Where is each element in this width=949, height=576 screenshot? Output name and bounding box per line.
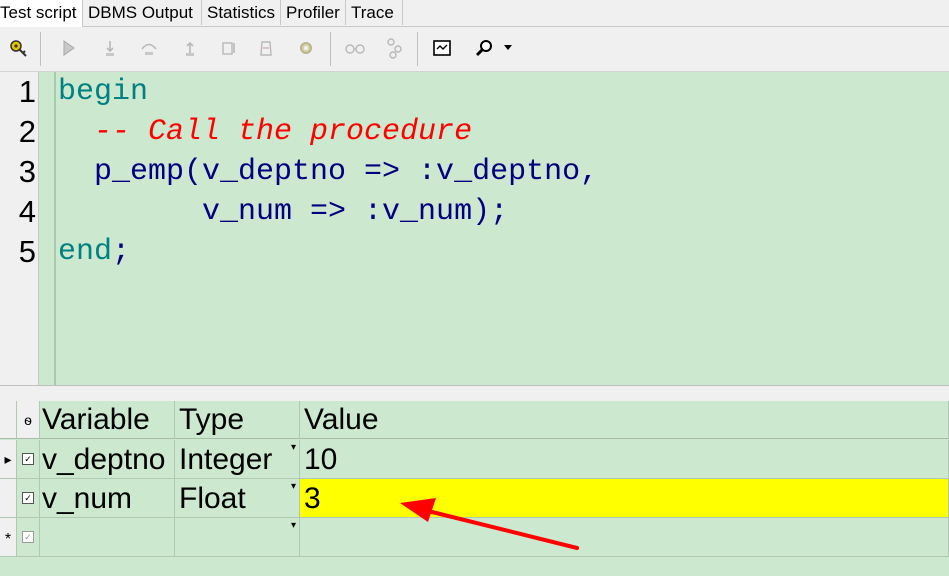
run-to-exception-icon[interactable] <box>218 37 240 59</box>
stop-icon[interactable] <box>255 37 277 59</box>
settings-icon[interactable] <box>295 37 317 59</box>
tab-statistics[interactable]: Statistics <box>203 0 281 25</box>
type-value: Integer <box>179 443 273 476</box>
line-number: 1 <box>18 74 36 109</box>
cell-type[interactable]: Float ▾ <box>175 479 300 518</box>
debug-toolbar <box>0 27 949 72</box>
checkbox-mark: ✓ <box>22 531 34 543</box>
chevron-down-icon[interactable]: ▾ <box>291 521 296 531</box>
fold-margin <box>54 72 56 385</box>
cell-variable[interactable]: v_num <box>40 479 175 518</box>
line-number: 4 <box>18 194 36 229</box>
grid-check-header: ѳ <box>17 401 40 439</box>
key-icon[interactable] <box>8 37 30 59</box>
column-header-type[interactable]: Type <box>175 401 300 439</box>
checkbox-mark: ✓ <box>22 492 34 504</box>
step-into-icon[interactable] <box>99 37 121 59</box>
checkbox-mark: ✓ <box>22 453 34 465</box>
row-indicator[interactable] <box>0 479 17 518</box>
tab-test-script[interactable]: Test script <box>0 0 83 27</box>
code-editor[interactable]: 1 2 3 4 5 begin -- Call the procedure p_… <box>0 72 949 385</box>
find-icon[interactable] <box>474 37 496 59</box>
line-number: 3 <box>18 154 36 189</box>
column-header-variable[interactable]: Variable <box>40 401 175 439</box>
new-row-indicator[interactable]: * <box>0 518 17 557</box>
code-token: -- Call the procedure <box>58 115 473 149</box>
line-number-gutter: 1 2 3 4 5 <box>0 72 39 385</box>
cell-variable[interactable] <box>40 518 175 557</box>
cell-type[interactable]: Integer ▾ <box>175 440 300 479</box>
pane-splitter[interactable] <box>0 385 949 402</box>
output-window-icon[interactable] <box>431 37 453 59</box>
code-line[interactable]: v_num => :v_num); <box>58 192 508 232</box>
cell-value-editing[interactable]: 3 <box>300 479 949 518</box>
chevron-down-icon[interactable]: ▾ <box>291 443 296 453</box>
line-number: 5 <box>18 234 36 269</box>
breakpoint-icon[interactable] <box>384 37 406 59</box>
row-enabled-checkbox[interactable]: ✓ <box>17 479 40 518</box>
code-line[interactable]: begin <box>58 72 148 112</box>
variables-grid: ѳ Variable Type Value ▸ ✓ v_deptno Integ… <box>0 401 949 576</box>
code-line[interactable]: -- Call the procedure <box>58 112 472 152</box>
cell-value[interactable]: 10 <box>300 440 949 479</box>
step-out-icon[interactable] <box>179 37 201 59</box>
column-header-value[interactable]: Value <box>300 401 949 439</box>
tab-bar: Test script DBMS Output Statistics Profi… <box>0 0 949 27</box>
code-token: v_num => :v_num); <box>58 195 509 229</box>
code-token: end <box>58 235 113 269</box>
type-value: Float <box>179 482 246 515</box>
code-token: p_emp(v_deptno => :v_deptno, <box>58 155 599 189</box>
execute-icon[interactable] <box>58 37 80 59</box>
code-line[interactable]: end; <box>58 232 130 272</box>
cell-value[interactable] <box>300 518 949 557</box>
tab-dbms-output[interactable]: DBMS Output <box>84 0 202 25</box>
cell-variable[interactable]: v_deptno <box>40 440 175 479</box>
dropdown-arrow-icon[interactable] <box>501 37 515 59</box>
tab-profiler[interactable]: Profiler <box>282 0 346 25</box>
cell-type[interactable]: ▾ <box>175 518 300 557</box>
grid-corner-header <box>0 401 17 439</box>
watch-icon[interactable] <box>344 37 366 59</box>
chevron-down-icon[interactable]: ▾ <box>291 482 296 492</box>
code-token: ; <box>112 235 131 269</box>
tab-trace[interactable]: Trace <box>347 0 403 25</box>
line-number: 2 <box>18 114 36 149</box>
row-indicator[interactable]: ▸ <box>0 440 17 479</box>
row-enabled-checkbox[interactable]: ✓ <box>17 440 40 479</box>
code-line[interactable]: p_emp(v_deptno => :v_deptno, <box>58 152 598 192</box>
code-token: begin <box>58 75 149 109</box>
step-over-icon[interactable] <box>138 37 160 59</box>
row-enabled-checkbox[interactable]: ✓ <box>17 518 40 557</box>
